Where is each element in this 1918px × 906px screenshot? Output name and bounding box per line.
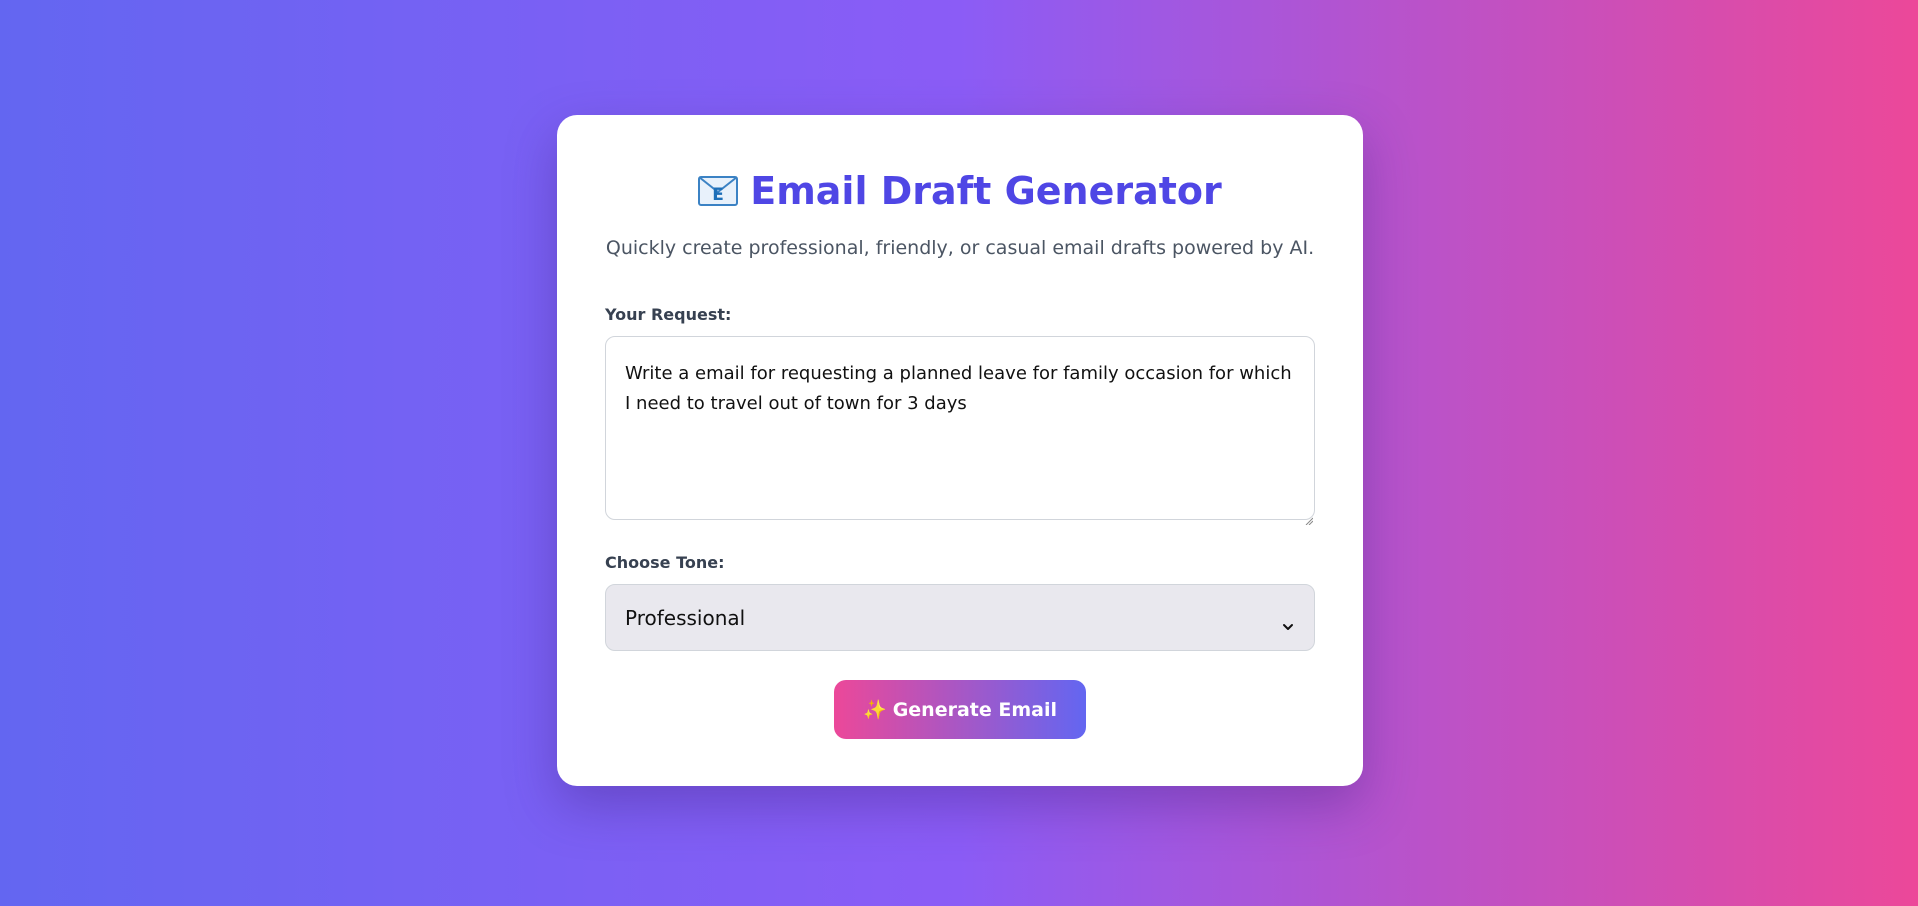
svg-text:E: E (712, 185, 724, 205)
request-textarea[interactable]: Write a email for requesting a planned l… (605, 336, 1315, 520)
page-title: Email Draft Generator (750, 169, 1222, 213)
sparkles-icon: ✨ (863, 699, 887, 721)
email-generator-card: E Email Draft Generator Quickly create p… (557, 115, 1363, 786)
title-row: E Email Draft Generator (557, 163, 1363, 219)
resize-handle-icon[interactable] (1305, 510, 1314, 526)
request-label: Your Request: (605, 305, 732, 324)
generate-email-label: Generate Email (892, 698, 1057, 721)
generate-email-button[interactable]: ✨ Generate Email (834, 680, 1086, 739)
envelope-icon: E (698, 176, 739, 206)
page-subtitle: Quickly create professional, friendly, o… (605, 237, 1315, 259)
chevron-down-icon (1281, 613, 1295, 630)
tone-selected-value: Professional (625, 605, 746, 630)
tone-label: Choose Tone: (605, 553, 725, 572)
tone-select[interactable]: Professional (605, 584, 1315, 651)
